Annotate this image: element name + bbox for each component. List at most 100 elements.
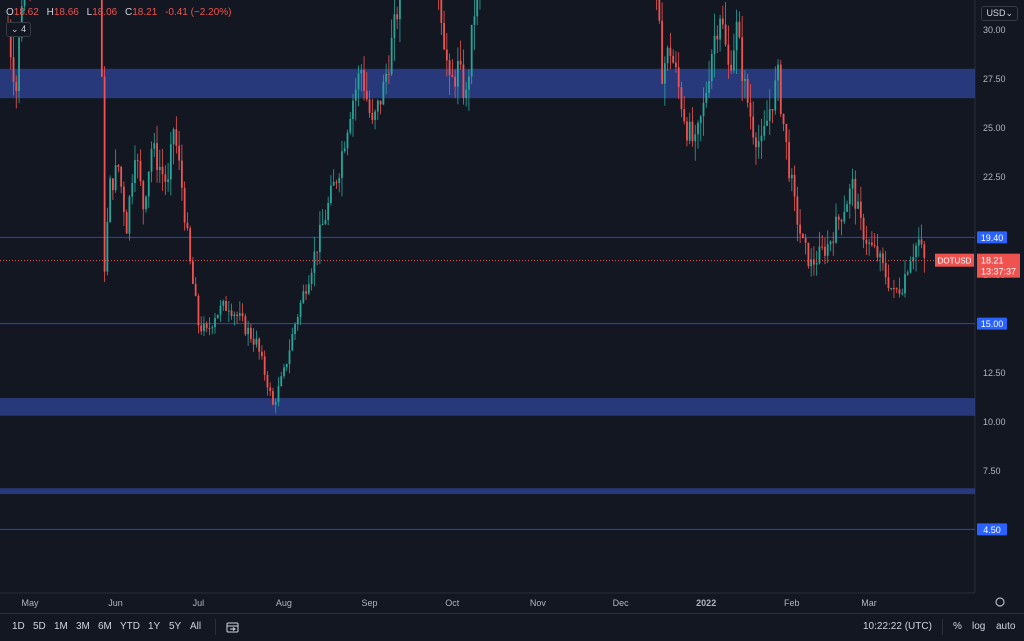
candle-body	[318, 224, 321, 253]
candle-body	[824, 246, 826, 256]
timeframe-5d[interactable]: 5D	[33, 621, 46, 632]
candle-body	[755, 137, 757, 148]
timeframe-6m[interactable]: 6M	[98, 621, 112, 632]
date-range-icon[interactable]	[226, 621, 239, 633]
candle-body	[249, 327, 252, 339]
candle-body	[923, 244, 926, 258]
indicator-toggle[interactable]: ⌄ 4	[6, 22, 32, 37]
candle-body	[169, 144, 172, 180]
candle-body	[134, 160, 136, 184]
candle-body	[473, 16, 476, 25]
indicator-count: 4	[21, 24, 27, 34]
candle-body	[183, 187, 186, 223]
y-tick-label: 7.50	[983, 466, 1001, 476]
candle-body	[269, 387, 272, 392]
timeframe-all[interactable]: All	[190, 621, 201, 632]
candle-body	[156, 143, 158, 170]
x-tick-label: 2022	[696, 598, 716, 608]
candle-body	[341, 151, 343, 178]
candle-body	[305, 291, 307, 294]
candle-body	[123, 186, 125, 213]
candle-body	[859, 201, 862, 218]
candle-body	[790, 174, 793, 179]
candle-body	[139, 160, 142, 182]
currency-label: USD	[986, 8, 1006, 18]
price-chart[interactable]: 7.5010.0012.5015.0017.5022.5025.0027.503…	[0, 0, 1024, 640]
candle-body	[158, 166, 161, 170]
candle-body	[357, 73, 360, 90]
candle-body	[147, 171, 150, 197]
candle-body	[376, 100, 379, 112]
candle-body	[666, 47, 669, 64]
candle-body	[136, 160, 139, 162]
gear-icon	[995, 597, 1005, 607]
x-tick-label: Dec	[613, 598, 630, 608]
log-toggle[interactable]: log	[972, 621, 985, 632]
candle-body	[178, 145, 181, 161]
candle-body	[330, 185, 332, 203]
candle-body	[316, 251, 319, 253]
candle-body	[771, 109, 774, 111]
candle-body	[247, 327, 250, 335]
candle-body	[225, 300, 227, 311]
x-tick-label: Feb	[784, 598, 800, 608]
timeframe-1y[interactable]: 1Y	[148, 621, 160, 632]
candle-body	[272, 391, 274, 405]
candle-body	[832, 241, 835, 243]
candle-body	[920, 239, 923, 245]
timeframe-3m[interactable]: 3M	[76, 621, 90, 632]
candle-body	[821, 246, 824, 248]
auto-toggle[interactable]: auto	[996, 621, 1015, 632]
y-tick-label: 10.00	[983, 417, 1006, 427]
candle-body	[815, 263, 818, 265]
candle-body	[788, 142, 790, 179]
candle-body	[310, 272, 313, 285]
percent-toggle[interactable]: %	[953, 621, 962, 632]
candle-body	[917, 239, 920, 246]
timeframe-ytd[interactable]: YTD	[120, 621, 140, 632]
candle-body	[258, 338, 261, 352]
candle-body	[131, 183, 134, 197]
candle-body	[801, 233, 804, 238]
candle-body	[227, 310, 230, 312]
candle-body	[252, 338, 255, 345]
candle-body	[230, 310, 233, 317]
candle-body	[175, 129, 178, 146]
candle-body	[396, 14, 399, 20]
candle-body	[200, 325, 203, 332]
timeframe-1d[interactable]: 1D	[12, 621, 25, 632]
candle-body	[807, 242, 810, 267]
candle-body	[294, 324, 296, 335]
candle-body	[277, 386, 280, 403]
candle-body	[103, 76, 106, 272]
candle-body	[18, 37, 20, 92]
candle-body	[456, 60, 459, 87]
candle-body	[476, 0, 479, 17]
candle-body	[901, 293, 904, 295]
candle-body	[744, 78, 746, 82]
y-tick-label: 30.00	[983, 25, 1006, 35]
y-tick-label: 25.00	[983, 123, 1006, 133]
timeframe-1m[interactable]: 1M	[54, 621, 68, 632]
utc-clock[interactable]: 10:22:22 (UTC)	[863, 621, 932, 632]
x-tick-label: May	[21, 598, 39, 608]
level-tag-15: 15.00	[981, 319, 1004, 329]
candle-body	[261, 351, 263, 357]
candle-body	[117, 165, 120, 167]
currency-selector[interactable]: USD⌄	[981, 6, 1018, 21]
candle-body	[15, 81, 18, 92]
candle-body	[713, 35, 716, 54]
candle-body	[661, 20, 664, 84]
candle-body	[746, 78, 749, 103]
candle-body	[299, 302, 302, 318]
x-tick-label: Nov	[530, 598, 547, 608]
candle-body	[840, 219, 843, 222]
timeframe-5y[interactable]: 5Y	[169, 621, 181, 632]
candle-body	[214, 318, 216, 328]
candle-body	[848, 188, 851, 205]
candle-body	[468, 76, 470, 90]
ohlc-legend: O18.62 H18.66 L18.06 C18.21 -0.41 (−2.20…	[6, 7, 237, 18]
candle-body	[379, 100, 382, 105]
candle-body	[205, 323, 208, 329]
candle-body	[285, 364, 288, 368]
